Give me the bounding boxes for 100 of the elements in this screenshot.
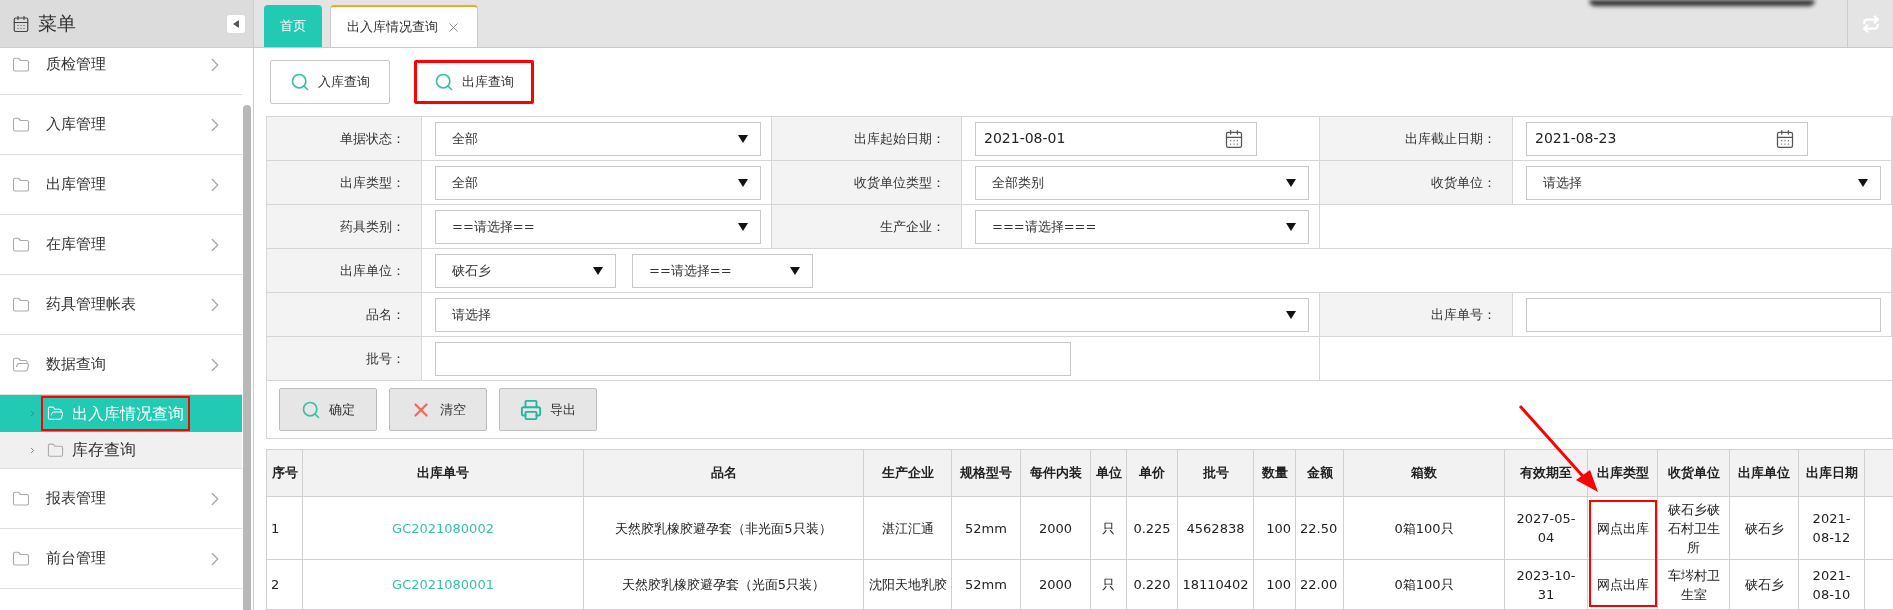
sidebar-item[interactable]: 在库管理 [0, 215, 242, 275]
table-cell: 硖石乡 [1730, 497, 1799, 560]
folder-icon [12, 235, 30, 254]
field-label: 出库截止日期： [1405, 129, 1496, 148]
action-button[interactable]: 确定 [279, 388, 377, 431]
table-cell: 22.00 [1296, 560, 1344, 610]
field-label: 单据状态： [340, 129, 405, 148]
select-field[interactable]: ==请选择== [435, 209, 761, 244]
tab-label: 出入库情况查询 [347, 18, 438, 37]
select-field[interactable]: 全部 [435, 121, 761, 156]
select-value: 全部 [452, 129, 478, 148]
sidebar-item[interactable]: 报表管理 [0, 469, 242, 529]
folder-icon [12, 115, 30, 134]
column-header: 单价 [1127, 450, 1178, 497]
select-field[interactable]: 请选择 [435, 297, 1309, 332]
table-cell: 100 [1254, 497, 1296, 560]
select-field[interactable]: ===请选择=== [975, 209, 1309, 244]
date-field[interactable]: 2021-08-23 [1526, 121, 1808, 156]
folder-icon [12, 355, 30, 374]
sidebar-item[interactable]: 入库管理 [0, 95, 242, 155]
input-field[interactable] [1526, 297, 1881, 332]
tab[interactable]: 出入库情况查询 [330, 5, 478, 47]
dropdown-arrow-icon [1286, 310, 1296, 319]
field-label: 批号： [366, 349, 405, 368]
field-label: 出库单位： [340, 261, 405, 280]
search-icon [290, 72, 310, 92]
date-field[interactable]: 2021-08-01 [975, 121, 1257, 156]
field-label: 收货单位： [1431, 173, 1496, 192]
calendar-icon[interactable] [1775, 128, 1795, 149]
table-cell: 硖石乡硖石村卫生所 [1658, 497, 1730, 560]
calendar-icon[interactable] [1224, 128, 1244, 149]
date-value: 2021-08-23 [1535, 129, 1617, 148]
sidebar-item[interactable]: 质检管理 [0, 48, 242, 95]
sidebar-title: 菜单 [38, 11, 77, 37]
select-value: 全部 [452, 173, 478, 192]
column-header: 批号 [1178, 450, 1254, 497]
table-cell: 车埁村卫生室 [1658, 560, 1730, 610]
table-cell: 2000 [1021, 497, 1091, 560]
column-header: 单位 [1091, 450, 1127, 497]
sidebar-subitem[interactable]: 库存查询 [0, 432, 242, 469]
query-button[interactable]: 入库查询 [270, 60, 390, 104]
table-cell: 天然胶乳橡胶避孕套（光面5只装） [584, 560, 864, 610]
field-label: 生产企业： [880, 217, 945, 236]
column-header: 规格型号 [952, 450, 1021, 497]
column-header: 每件内装 [1021, 450, 1091, 497]
folder-icon [12, 55, 30, 74]
field-label: 品名： [366, 305, 405, 324]
select-field[interactable]: ==请选择== [632, 253, 813, 288]
action-button[interactable]: 导出 [499, 388, 597, 431]
folder-icon [12, 295, 30, 314]
sidebar-item[interactable]: 前台管理 [0, 529, 242, 589]
dropdown-arrow-icon [738, 134, 748, 143]
select-value: ===请选择=== [992, 217, 1097, 236]
sidebar-item[interactable]: 药具管理帐表 [0, 275, 242, 335]
select-value: ==请选择== [649, 261, 732, 280]
subitem-label: 库存查询 [72, 439, 136, 461]
table-cell: 1 [267, 497, 303, 560]
table-cell: 天然胶乳橡胶避孕套（非光面5只装） [584, 497, 864, 560]
dropdown-arrow-icon [1286, 178, 1296, 187]
select-field[interactable]: 硖石乡 [435, 253, 616, 288]
tab-label: 首页 [280, 17, 306, 36]
dropdown-arrow-icon [790, 266, 800, 275]
table-cell: 网点出库 [1588, 497, 1658, 560]
folder-icon [47, 441, 64, 459]
dropdown-arrow-icon [1858, 178, 1868, 187]
column-header: 有效期至 [1505, 450, 1588, 497]
select-value: 全部类别 [992, 173, 1044, 192]
caret-icon [28, 445, 37, 455]
table-cell: 只 [1091, 560, 1127, 610]
select-field[interactable]: 请选择 [1526, 165, 1881, 200]
select-value: ==请选择== [452, 217, 535, 236]
dropdown-arrow-icon [1286, 222, 1296, 231]
input-field[interactable] [435, 341, 1071, 376]
column-header: 出库单位 [1730, 450, 1799, 497]
query-button[interactable]: 出库查询 [414, 60, 534, 104]
select-field[interactable]: 全部类别 [975, 165, 1309, 200]
column-header: 数量 [1254, 450, 1296, 497]
folder-icon [12, 175, 30, 194]
dropdown-arrow-icon [738, 222, 748, 231]
column-header: 序号 [267, 450, 303, 497]
table-cell: 100 [1254, 560, 1296, 610]
field-label: 出库起始日期： [854, 129, 945, 148]
select-field[interactable]: 全部 [435, 165, 761, 200]
date-value: 2021-08-01 [984, 129, 1066, 148]
column-header: 箱数 [1344, 450, 1505, 497]
column-header: 生产企业 [864, 450, 952, 497]
collapse-button[interactable] [227, 14, 245, 33]
table-cell: 2021-08-10 [1799, 560, 1865, 610]
table-cell: 2 [267, 560, 303, 610]
table-cell: 硖石乡 [1730, 560, 1799, 610]
folder-icon [12, 549, 30, 568]
field-label: 出库类型： [340, 173, 405, 192]
scrollbar[interactable] [243, 105, 251, 610]
caret-icon [28, 409, 37, 418]
column-header: 品名 [584, 450, 864, 497]
sidebar-item[interactable]: 出库管理 [0, 155, 242, 215]
action-button[interactable]: 清空 [389, 388, 487, 431]
search-icon [434, 72, 454, 92]
table-cell: 22.50 [1296, 497, 1344, 560]
table-cell: 2021-08-12 [1799, 497, 1865, 560]
